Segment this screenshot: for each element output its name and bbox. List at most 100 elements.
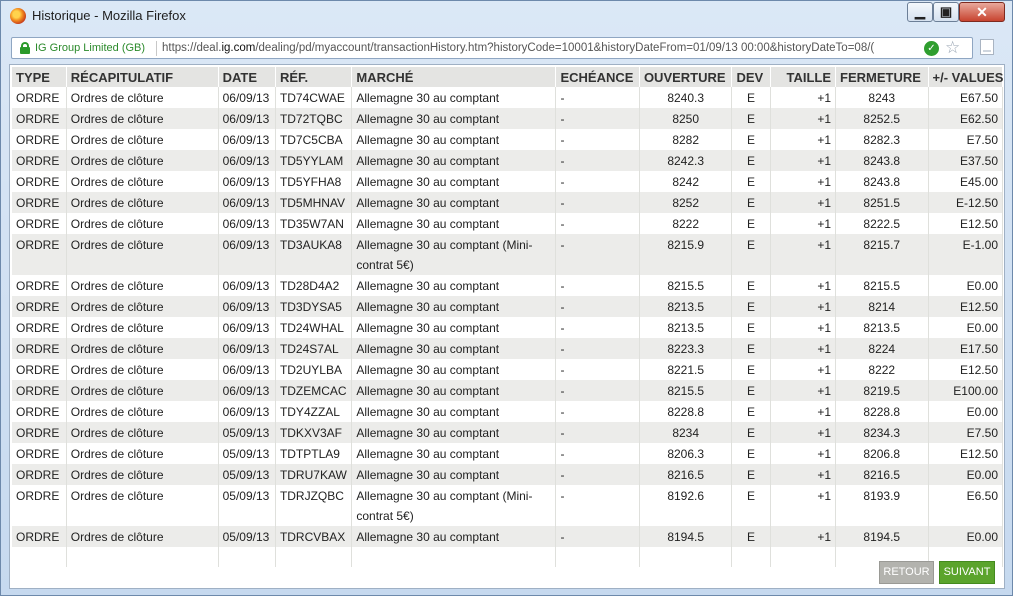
close-button[interactable]: ✕ <box>959 2 1005 22</box>
column-header-profit-loss[interactable]: +/- VALUES <box>928 67 1003 87</box>
page-icon[interactable] <box>980 39 994 55</box>
cell-opening: 8242.3 <box>639 150 733 171</box>
table-row[interactable]: ORDRE Ordres de clôture 06/09/13 TD2UYLBA Al… <box>12 359 1003 380</box>
cell-expiry: - <box>555 422 640 443</box>
table-row[interactable]: ORDRE Ordres de clôture 05/09/13 TDTPTLA9 Al… <box>12 443 1003 464</box>
table-row[interactable]: ORDRE Ordres de clôture 06/09/13 TD24WHAL Al… <box>12 317 1003 338</box>
column-header-closing[interactable]: FERMETURE <box>835 67 929 87</box>
cell-closing: 8222.5 <box>835 213 929 234</box>
table-row[interactable]: ORDRE Ordres de clôture 06/09/13 TD5MHNAV Al… <box>12 192 1003 213</box>
cell-date: 06/09/13 <box>218 380 276 401</box>
firefox-icon <box>10 8 26 24</box>
cell-summary: Ordres de clôture <box>66 150 219 171</box>
cell-profit-loss: E0.00 <box>928 526 1003 547</box>
cell-type: ORDRE <box>12 359 67 380</box>
table-row[interactable]: ORDRE Ordres de clôture 06/09/13 TD28D4A2 Al… <box>12 275 1003 296</box>
table-row[interactable]: ORDRE Ordres de clôture 05/09/13 TDRCVBAX Al… <box>12 526 1003 547</box>
url-text[interactable]: https://deal.ig.com/dealing/pd/myaccount… <box>162 42 920 54</box>
table-row[interactable]: ORDRE Ordres de clôture 05/09/13 TDRJZQBC Al… <box>12 485 1003 526</box>
table-row[interactable]: ORDRE Ordres de clôture 05/09/13 TDKXV3AF Al… <box>12 422 1003 443</box>
table-row[interactable]: ORDRE Ordres de clôture 06/09/13 TD72TQBC Al… <box>12 108 1003 129</box>
cell-profit-loss: E12.50 <box>928 359 1003 380</box>
cell-opening: 8221.5 <box>639 359 733 380</box>
column-header-opening[interactable]: OUVERTURE <box>639 67 733 87</box>
bookmark-star-icon[interactable]: ☆ <box>945 38 960 58</box>
cell-closing: 8282.3 <box>835 129 929 150</box>
cell-currency: E <box>731 380 771 401</box>
column-header-expiry[interactable]: ECHÉANCE <box>555 67 640 87</box>
cell-date: 06/09/13 <box>218 213 276 234</box>
cell-opening: 8222 <box>639 213 733 234</box>
verified-check-icon[interactable]: ✓ <box>924 41 939 56</box>
cell-currency: E <box>731 171 771 192</box>
column-header-market[interactable]: MARCHÉ <box>351 67 557 87</box>
column-header-currency[interactable]: DEV <box>731 67 771 87</box>
table-row[interactable]: ORDRE Ordres de clôture 06/09/13 TD5YFHA8 Al… <box>12 171 1003 192</box>
empty-cell <box>12 547 67 567</box>
table-row[interactable]: ORDRE Ordres de clôture 06/09/13 TD3DYSA5 Al… <box>12 296 1003 317</box>
cell-closing: 8234.3 <box>835 422 929 443</box>
cell-currency: E <box>731 443 771 464</box>
cell-market: Allemagne 30 au comptant <box>351 443 557 464</box>
cell-closing: 8193.9 <box>835 485 929 526</box>
lock-icon <box>20 42 30 54</box>
maximize-button[interactable]: ▣ <box>933 2 959 22</box>
cell-market: Allemagne 30 au comptant <box>351 296 557 317</box>
cell-summary: Ordres de clôture <box>66 296 219 317</box>
cell-date: 06/09/13 <box>218 338 276 359</box>
cell-market: Allemagne 30 au comptant <box>351 401 557 422</box>
cell-currency: E <box>731 464 771 485</box>
cell-date: 06/09/13 <box>218 296 276 317</box>
cell-market: Allemagne 30 au comptant <box>351 129 557 150</box>
cell-closing: 8213.5 <box>835 317 929 338</box>
minimize-button[interactable]: ▁ <box>907 2 933 22</box>
cell-expiry: - <box>555 192 640 213</box>
table-row[interactable]: ORDRE Ordres de clôture 06/09/13 TD3AUKA8 Al… <box>12 234 1003 275</box>
page-content: TYPE RÉCAPITULATIF DATE RÉF. MARCHÉ ECHÉ… <box>9 64 1005 589</box>
table-row[interactable]: ORDRE Ordres de clôture 06/09/13 TD35W7AN Al… <box>12 213 1003 234</box>
cell-expiry: - <box>555 359 640 380</box>
cell-size: +1 <box>770 380 837 401</box>
cell-market: Allemagne 30 au comptant <box>351 380 557 401</box>
cell-summary: Ordres de clôture <box>66 422 219 443</box>
cell-ref: TDRCVBAX <box>275 526 353 547</box>
next-button[interactable]: SUIVANT <box>939 561 995 584</box>
cell-profit-loss: E100.00 <box>928 380 1003 401</box>
empty-cell <box>770 547 837 567</box>
column-header-ref[interactable]: RÉF. <box>275 67 353 87</box>
cell-opening: 8216.5 <box>639 464 733 485</box>
table-row[interactable]: ORDRE Ordres de clôture 06/09/13 TD74CWAE Al… <box>12 87 1003 108</box>
cell-profit-loss: E67.50 <box>928 87 1003 108</box>
table-row[interactable]: ORDRE Ordres de clôture 05/09/13 TDRU7KAW Al… <box>12 464 1003 485</box>
cell-profit-loss: E12.50 <box>928 213 1003 234</box>
cell-size: +1 <box>770 171 837 192</box>
cell-date: 06/09/13 <box>218 108 276 129</box>
cell-currency: E <box>731 213 771 234</box>
url-bar[interactable]: IG Group Limited (GB) https://deal.ig.co… <box>11 37 973 59</box>
cell-type: ORDRE <box>12 234 67 275</box>
cell-currency: E <box>731 359 771 380</box>
table-row[interactable]: ORDRE Ordres de clôture 06/09/13 TDZEMCAC Al… <box>12 380 1003 401</box>
column-header-summary[interactable]: RÉCAPITULATIF <box>66 67 219 87</box>
column-header-date[interactable]: DATE <box>218 67 276 87</box>
previous-button[interactable]: RETOUR <box>879 561 934 584</box>
table-row[interactable]: ORDRE Ordres de clôture 06/09/13 TD24S7AL Al… <box>12 338 1003 359</box>
table-row[interactable]: ORDRE Ordres de clôture 06/09/13 TDY4ZZAL Al… <box>12 401 1003 422</box>
column-header-size[interactable]: TAILLE <box>770 67 837 87</box>
table-row[interactable]: ORDRE Ordres de clôture 06/09/13 TD5YYLAM Al… <box>12 150 1003 171</box>
cell-summary: Ordres de clôture <box>66 317 219 338</box>
cell-summary: Ordres de clôture <box>66 129 219 150</box>
cell-closing: 8219.5 <box>835 380 929 401</box>
cell-summary: Ordres de clôture <box>66 275 219 296</box>
cell-summary: Ordres de clôture <box>66 401 219 422</box>
table-row[interactable]: ORDRE Ordres de clôture 06/09/13 TD7C5CBA Al… <box>12 129 1003 150</box>
cell-currency: E <box>731 129 771 150</box>
cell-closing: 8215.7 <box>835 234 929 275</box>
cell-market: Allemagne 30 au comptant <box>351 464 557 485</box>
column-header-type[interactable]: TYPE <box>12 67 67 87</box>
cell-date: 05/09/13 <box>218 485 276 526</box>
cell-closing: 8206.8 <box>835 443 929 464</box>
cell-summary: Ordres de clôture <box>66 359 219 380</box>
title-bar[interactable]: Historique - Mozilla Firefox ▁ ▣ ✕ <box>1 1 1012 31</box>
site-identity[interactable]: IG Group Limited (GB) <box>35 42 145 54</box>
